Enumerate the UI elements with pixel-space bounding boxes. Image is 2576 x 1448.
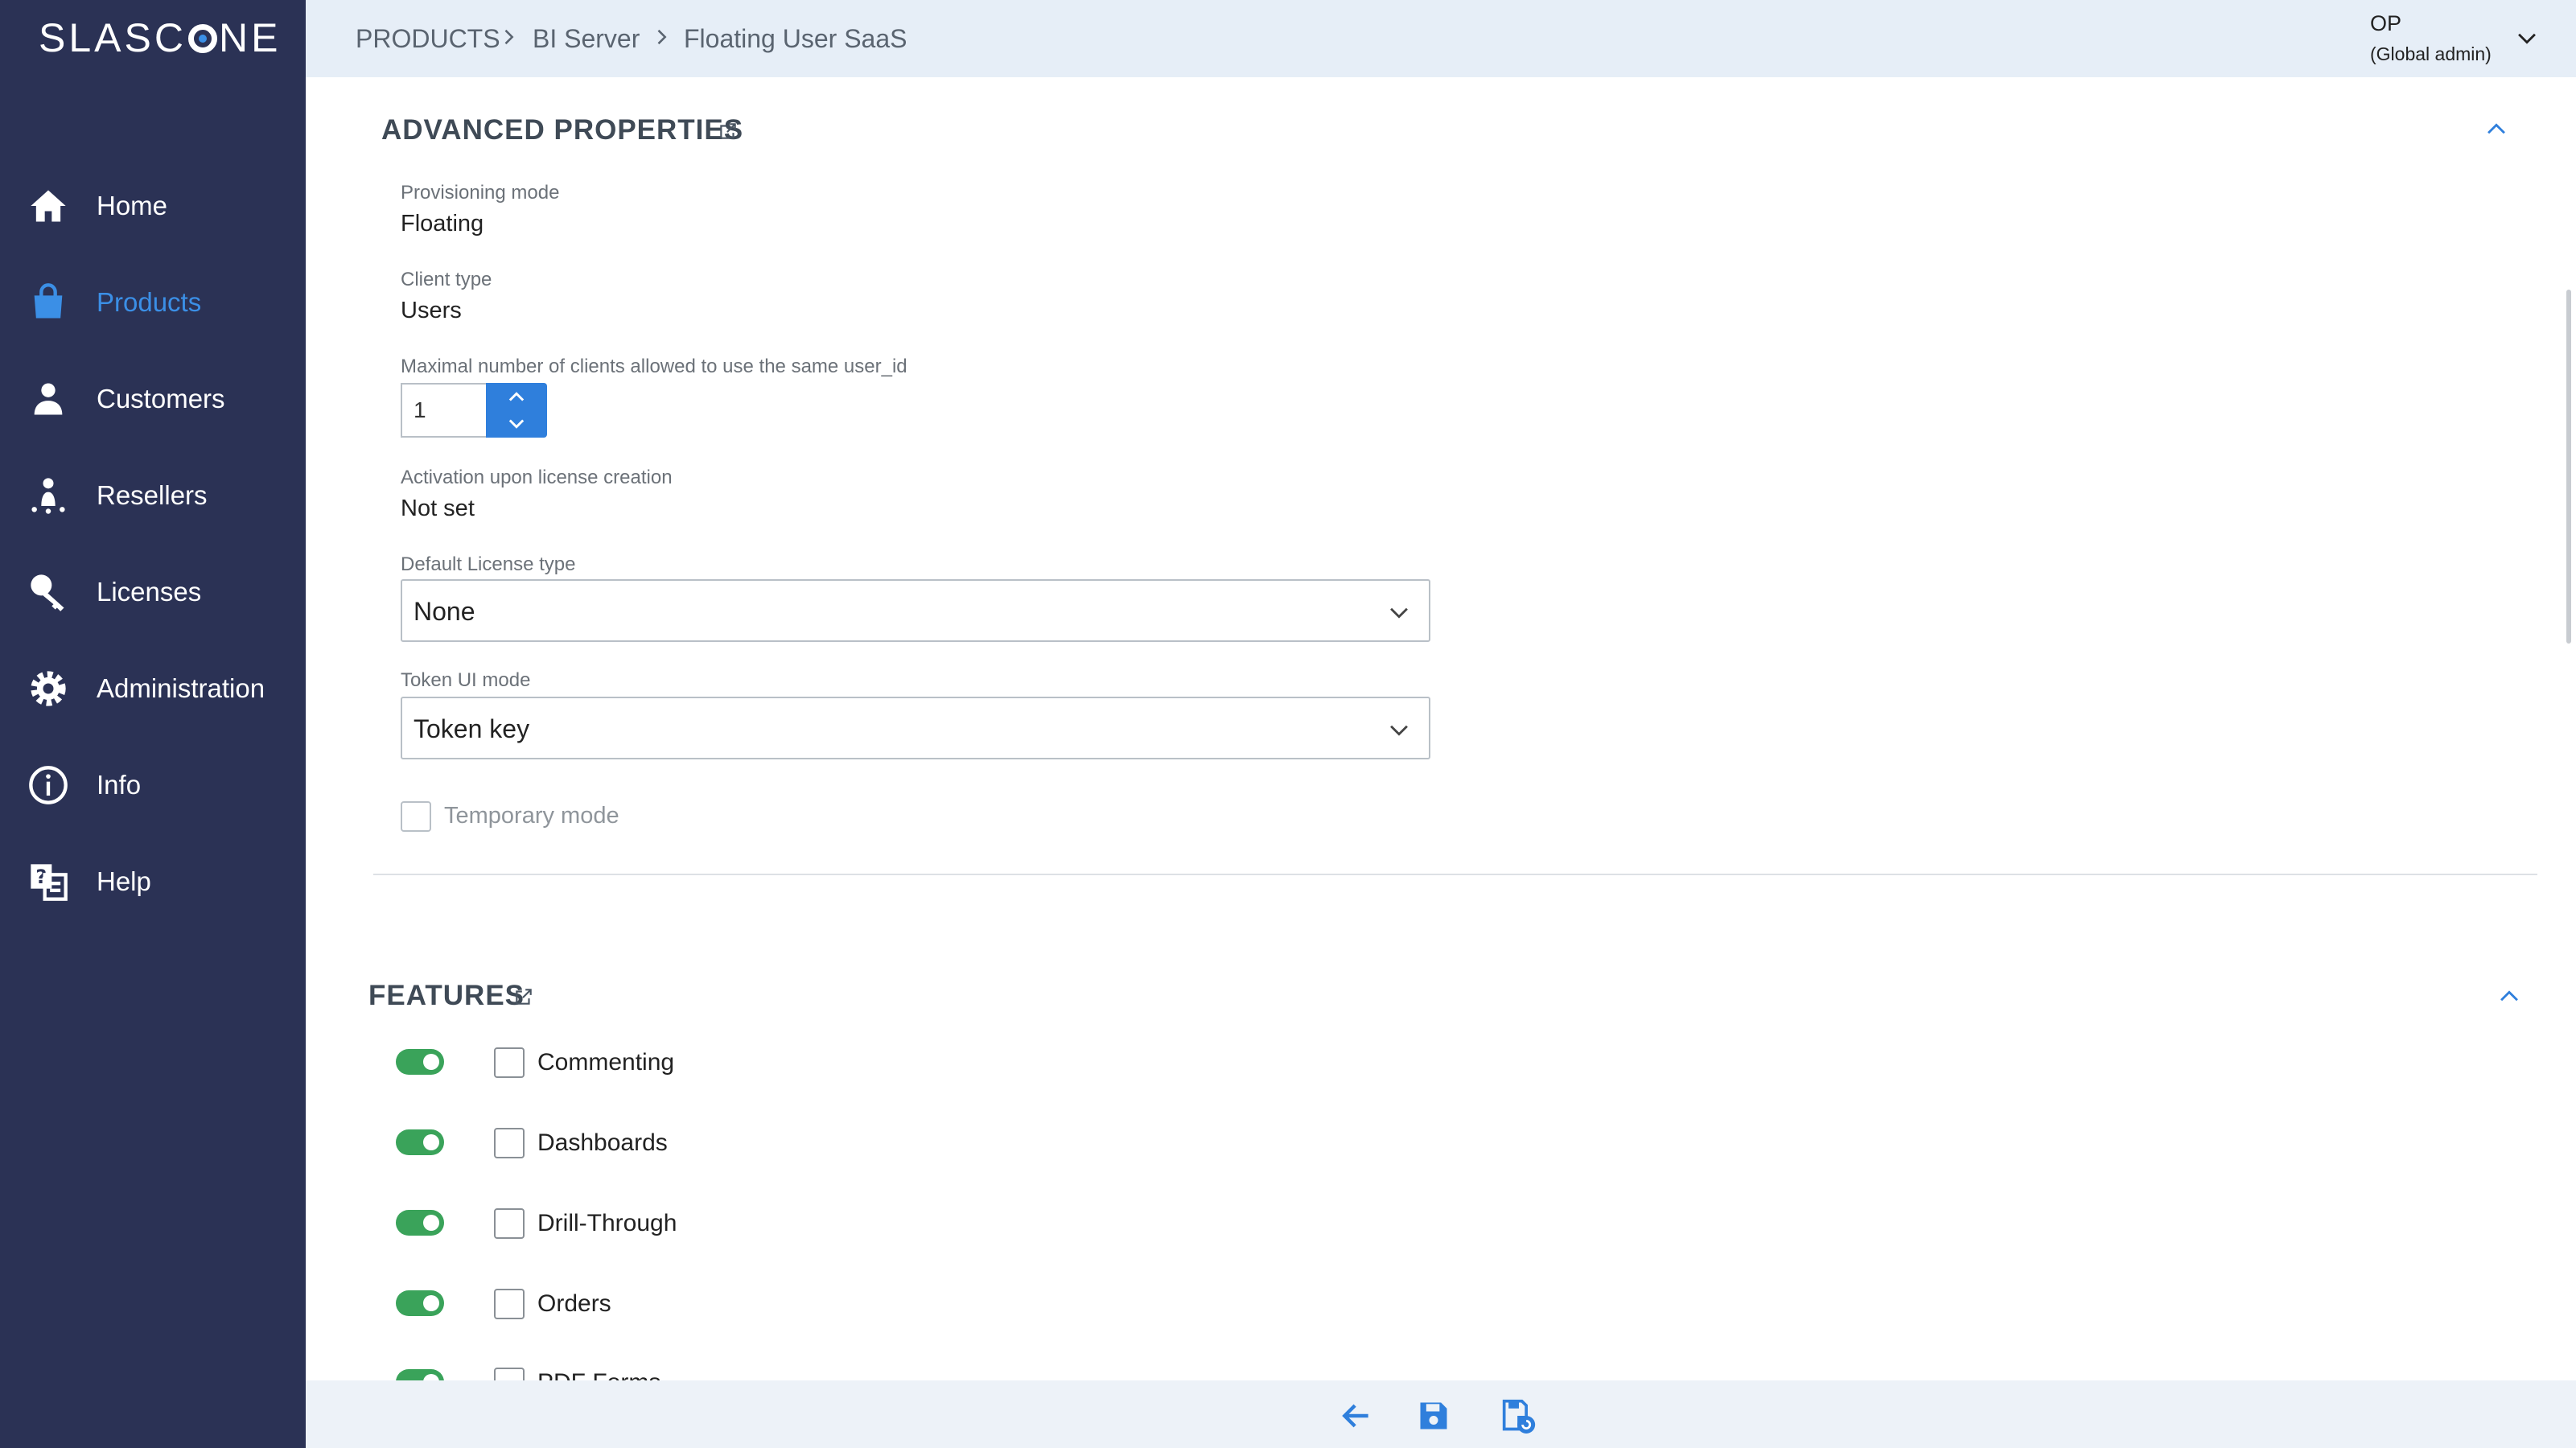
chevron-down-icon[interactable] xyxy=(2513,24,2541,51)
advanced-properties-title: ADVANCED PROPERTIES xyxy=(381,114,744,146)
sidebar-item-customers[interactable]: Customers xyxy=(0,359,306,439)
shopping-bag-icon xyxy=(27,282,69,323)
license-type-select[interactable]: None xyxy=(401,579,1430,642)
sidebar-item-licenses[interactable]: Licenses xyxy=(0,552,306,632)
temporary-mode-checkbox[interactable] xyxy=(401,801,431,832)
collapse-chevron-up-icon[interactable] xyxy=(2496,983,2523,1010)
reseller-icon xyxy=(27,475,69,516)
token-ui-value: Token key xyxy=(414,714,530,743)
sidebar-item-products[interactable]: Products xyxy=(0,262,306,343)
chevron-down-icon xyxy=(1390,725,1408,736)
client-type-value: Users xyxy=(401,298,462,323)
save-and-reload-icon[interactable] xyxy=(1501,1398,1537,1434)
collapse-chevron-up-icon[interactable] xyxy=(2483,116,2510,143)
user-name[interactable]: OP xyxy=(2370,11,2401,36)
provisioning-mode-label: Provisioning mode xyxy=(401,182,560,204)
sidebar-item-label: Help xyxy=(97,866,151,896)
feature-toggle-orders[interactable] xyxy=(396,1290,444,1316)
sidebar-item-label: Products xyxy=(97,287,202,317)
feature-checkbox-orders[interactable] xyxy=(494,1289,525,1319)
breadcrumb-bi-server[interactable]: BI Server xyxy=(533,24,640,54)
feature-label-drill-through: Drill-Through xyxy=(537,1210,677,1236)
feature-checkbox-dashboards[interactable] xyxy=(494,1128,525,1158)
license-type-value: None xyxy=(414,597,475,626)
max-clients-input[interactable]: 1 xyxy=(401,383,486,438)
home-icon xyxy=(27,185,69,227)
temporary-mode-label: Temporary mode xyxy=(444,803,619,829)
top-bar xyxy=(306,0,2576,77)
feature-label-orders: Orders xyxy=(537,1290,611,1317)
sidebar-item-label: Licenses xyxy=(97,577,202,607)
feature-label-commenting: Commenting xyxy=(537,1049,675,1076)
sidebar-item-label: Administration xyxy=(97,673,265,703)
feature-toggle-drill-through[interactable] xyxy=(396,1210,444,1236)
feature-checkbox-commenting[interactable] xyxy=(494,1047,525,1078)
section-divider xyxy=(373,874,2537,875)
license-type-label: Default License type xyxy=(401,553,576,575)
max-clients-label: Maximal number of clients allowed to use… xyxy=(401,356,907,377)
logo-text-right: NE xyxy=(218,15,282,60)
person-icon xyxy=(27,378,69,420)
logo-o-mark xyxy=(187,24,217,53)
sidebar-item-administration[interactable]: Administration xyxy=(0,648,306,729)
chevron-right-icon xyxy=(657,29,667,45)
token-ui-label: Token UI mode xyxy=(401,669,531,691)
sidebar-item-label: Resellers xyxy=(97,480,208,510)
feature-label-dashboards: Dashboards xyxy=(537,1129,668,1156)
external-link-icon[interactable] xyxy=(513,986,534,1007)
sidebar-item-help[interactable]: ? Help xyxy=(0,841,306,922)
max-clients-stepper[interactable] xyxy=(486,383,547,438)
client-type-label: Client type xyxy=(401,269,492,290)
external-link-icon[interactable] xyxy=(718,121,739,142)
activation-label: Activation upon license creation xyxy=(401,467,673,488)
sidebar-item-label: Customers xyxy=(97,384,225,413)
scrollbar-thumb[interactable] xyxy=(2566,290,2571,644)
breadcrumb-products[interactable]: PRODUCTS xyxy=(356,24,500,54)
stepper-up-icon[interactable] xyxy=(505,386,528,409)
sidebar-item-home[interactable]: Home xyxy=(0,166,306,246)
key-icon xyxy=(27,571,69,613)
sidebar-item-info[interactable]: Info xyxy=(0,745,306,825)
feature-toggle-commenting[interactable] xyxy=(396,1049,444,1075)
sidebar-item-label: Home xyxy=(97,191,168,220)
logo-text-left: SLASC xyxy=(39,15,187,60)
stepper-down-icon[interactable] xyxy=(505,412,528,434)
sidebar-item-label: Info xyxy=(97,770,142,800)
feature-checkbox-drill-through[interactable] xyxy=(494,1208,525,1239)
provisioning-mode-value: Floating xyxy=(401,211,484,237)
slascone-logo[interactable]: SLASC NE xyxy=(39,14,281,61)
feature-toggle-dashboards[interactable] xyxy=(396,1129,444,1155)
chevron-right-icon xyxy=(504,29,514,45)
sidebar-item-resellers[interactable]: Resellers xyxy=(0,455,306,536)
activation-value: Not set xyxy=(401,496,475,521)
user-role: (Global admin) xyxy=(2370,43,2492,64)
chevron-down-icon xyxy=(1390,607,1408,619)
gear-icon xyxy=(27,668,69,710)
sidebar: SLASC NE Home Products Customers Reseller… xyxy=(0,0,306,1448)
save-icon[interactable] xyxy=(1416,1398,1451,1434)
back-arrow-icon[interactable] xyxy=(1339,1398,1374,1434)
features-title: FEATURES xyxy=(368,980,525,1011)
breadcrumb-current: Floating User SaaS xyxy=(684,24,907,53)
info-icon xyxy=(27,764,69,806)
help-icon: ? xyxy=(27,861,69,903)
token-ui-select[interactable]: Token key xyxy=(401,697,1430,759)
